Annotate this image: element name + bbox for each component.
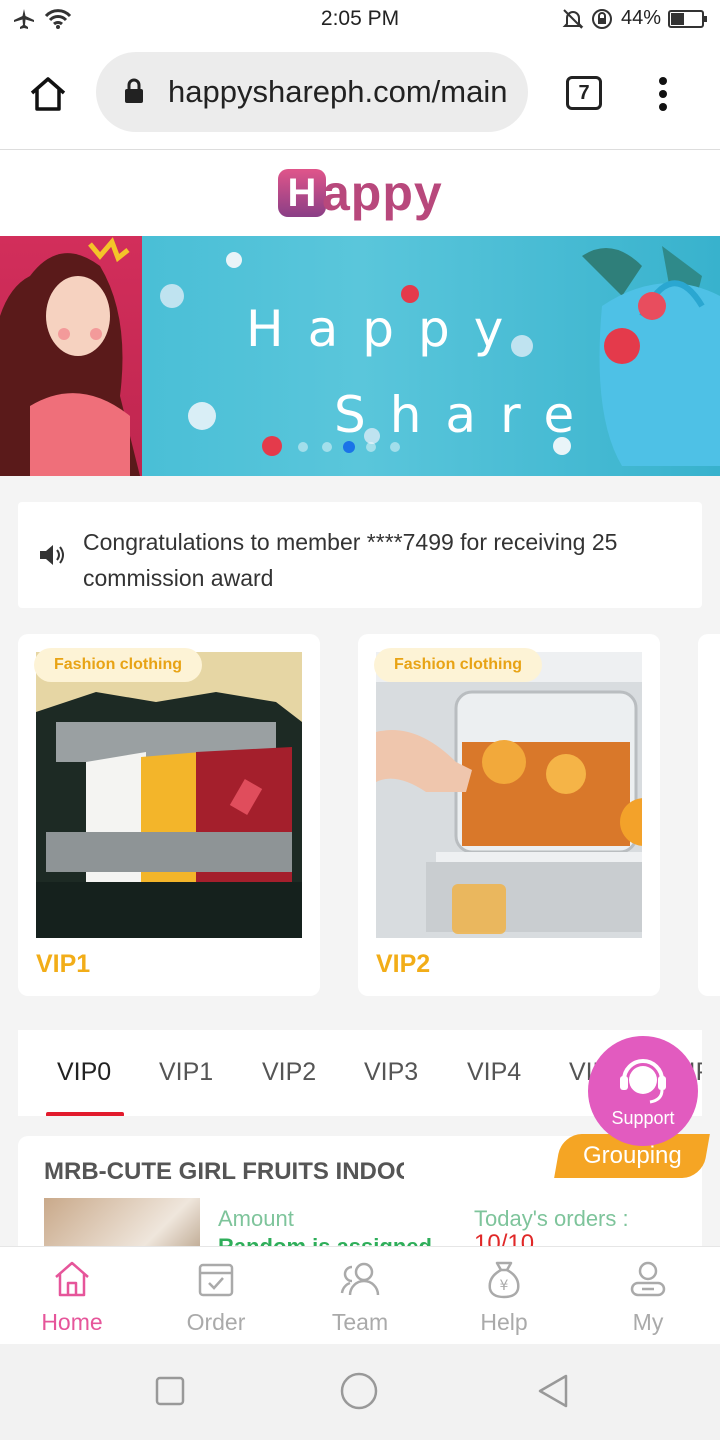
banner-title-line2: Share [334,386,599,444]
product-image-juice-dispenser [376,652,642,938]
vip-level-label: VIP1 [36,950,91,978]
carousel-dot[interactable] [366,442,376,452]
battery-icon [668,10,707,28]
help-icon: ¥ [488,1261,520,1299]
next-card-peek [698,634,720,996]
nav-my[interactable]: My [576,1247,720,1345]
lock-icon [125,78,143,103]
more-menu-icon[interactable] [656,76,670,112]
active-tab-indicator [46,1112,124,1116]
todays-orders-label: Today's orders : [474,1206,629,1231]
recent-apps-icon[interactable] [155,1376,185,1406]
tab-vip1[interactable]: VIP1 [159,1058,213,1087]
bottom-navigation: Home Order Team ¥ Help My [0,1246,720,1344]
product-name: MRB-CUTE GIRL FRUITS INDOOR [44,1158,404,1185]
nav-home[interactable]: Home [0,1247,144,1345]
amount-label: Amount [218,1206,294,1231]
product-image-tshirts [36,652,302,938]
carousel-dot-active[interactable] [343,441,355,453]
product-thumbnail [44,1198,200,1246]
home-icon [55,1261,89,1297]
nav-team-label: Team [331,1309,389,1335]
carousel-dot[interactable] [322,442,332,452]
featured-product-card[interactable]: Fashion clothing VIP1 [18,634,320,996]
user-icon [630,1261,666,1297]
svg-text:¥: ¥ [500,1278,509,1294]
banner-title-line1: Happy [246,300,528,358]
nav-help-label: Help [480,1309,528,1335]
url-text: happyshareph.com/main [168,74,508,109]
site-header: H appy [0,150,720,236]
system-navigation-bar [0,1344,720,1440]
announcement-bar: Congratulations to member ****7499 for r… [18,502,702,608]
tab-vip2[interactable]: VIP2 [262,1058,316,1087]
browser-toolbar: happyshareph.com/main 7 [0,38,720,150]
logo-mark: H [278,169,326,217]
logo-text: appy [322,165,443,221]
nav-team[interactable]: Team [288,1247,432,1345]
nav-my-label: My [632,1309,664,1335]
todays-orders-value: 10/10 [474,1230,535,1246]
category-tag: Fashion clothing [34,648,202,682]
team-icon [340,1262,380,1296]
order-icon [198,1263,234,1297]
nav-home-label: Home [41,1309,103,1335]
nav-help[interactable]: ¥ Help [432,1247,576,1345]
address-bar[interactable]: happyshareph.com/main [96,52,528,132]
back-icon[interactable] [536,1374,570,1408]
category-tag: Fashion clothing [374,648,542,682]
speaker-icon [40,545,64,565]
battery-percent: 44% [621,7,662,29]
banner-illustration [0,236,142,476]
announcement-text: Congratulations to member ****7499 for r… [83,529,618,591]
home-icon[interactable] [28,76,68,112]
home-button-icon[interactable] [340,1372,378,1410]
nav-order-label: Order [186,1309,246,1335]
notifications-muted-icon [562,9,584,29]
support-label: Support [611,1108,675,1128]
nav-order[interactable]: Order [144,1247,288,1345]
tab-vip0[interactable]: VIP0 [57,1058,111,1087]
support-button[interactable]: Support [588,1036,698,1146]
vip-level-label: VIP2 [376,950,431,978]
featured-product-card[interactable]: Fashion clothing VIP2 [358,634,660,996]
tab-vip4[interactable]: VIP4 [467,1058,521,1087]
tab-switcher-button[interactable]: 7 [566,76,602,110]
status-bar: 2:05 PM 44% [0,0,720,38]
promo-banner-carousel[interactable]: Happy Share [0,236,720,476]
rotation-lock-icon [592,9,612,29]
amount-value: Random is assigned [218,1234,432,1246]
tab-vip3[interactable]: VIP3 [364,1058,418,1087]
headset-icon [620,1059,666,1104]
carousel-dot[interactable] [390,442,400,452]
carousel-dot[interactable] [298,442,308,452]
